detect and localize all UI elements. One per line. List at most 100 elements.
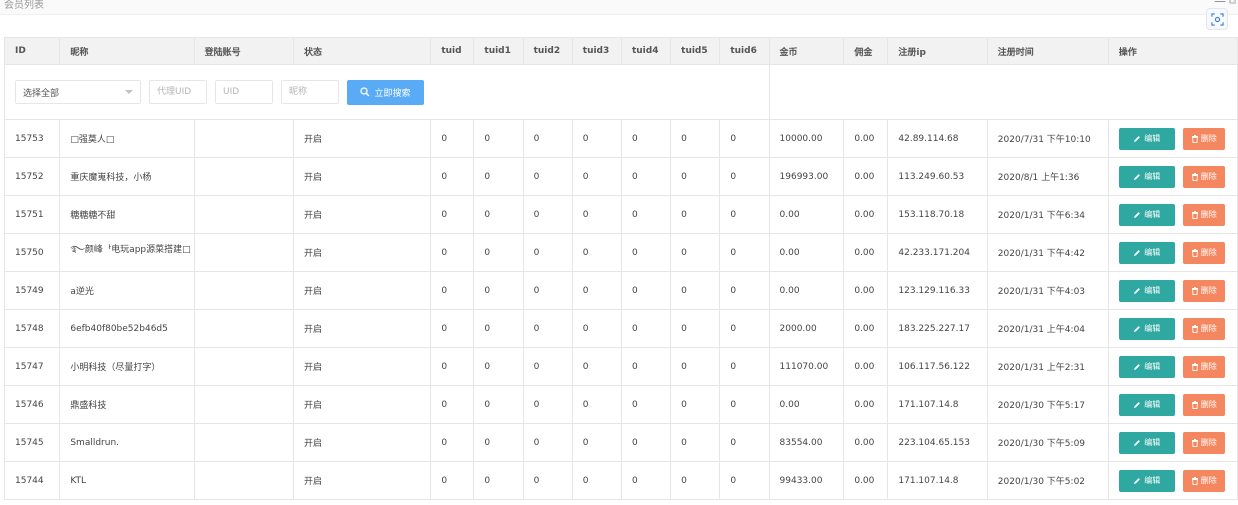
trash-icon <box>1191 172 1199 181</box>
pencil-icon <box>1133 249 1141 257</box>
column-header: 昵称 <box>59 37 195 65</box>
maximize-button[interactable]: ⧉ <box>1229 0 1236 7</box>
register-time-cell: 2020/1/31 下午6:34 <box>986 195 1109 234</box>
edit-button[interactable]: 编辑 <box>1118 127 1175 150</box>
edit-button[interactable]: 编辑 <box>1118 203 1175 226</box>
account-cell <box>193 423 295 462</box>
coins-cell: 99433.00 <box>768 461 845 500</box>
delete-button[interactable]: 删除 <box>1182 317 1225 340</box>
delete-button[interactable]: 删除 <box>1182 127 1225 150</box>
table-row: 15744 KTL 开启 0 0 0 0 0 0 0 99433.00 0.00 171.107.14.… <box>3 461 1238 500</box>
delete-button[interactable]: 删除 <box>1182 203 1225 226</box>
edit-button[interactable]: 编辑 <box>1118 355 1175 378</box>
filter-row: 选择全部 代理UID UID 昵称 立即搜索 <box>4 64 1238 120</box>
search-button[interactable]: 立即搜索 <box>347 79 424 105</box>
actions-cell: 编辑 删除 <box>1107 385 1238 424</box>
id-cell: 15752 <box>3 157 61 196</box>
register-time-cell: 2020/1/31 上午4:04 <box>986 309 1109 348</box>
nickname-cell: KTL <box>59 461 195 500</box>
nickname-cell: 小明科技（尽量打字） <box>59 347 195 386</box>
tuid1-cell: 0 <box>473 461 524 500</box>
delete-button[interactable]: 删除 <box>1182 279 1225 302</box>
register-time-cell: 2020/1/31 上午2:31 <box>986 347 1109 386</box>
coins-cell: 111070.00 <box>768 347 845 386</box>
account-cell <box>193 385 295 424</box>
delete-button-label: 删除 <box>1200 248 1217 257</box>
nickname-input[interactable] <box>281 80 339 104</box>
nickname-cell: 6efb40f80be52b46d5 <box>59 309 195 348</box>
tuid2-cell: 0 <box>522 233 573 272</box>
uid-input[interactable] <box>215 80 273 104</box>
commission-cell: 0.00 <box>843 461 889 500</box>
delete-button[interactable]: 删除 <box>1182 241 1225 264</box>
scan-button[interactable] <box>1206 8 1228 30</box>
tuid2-cell: 0 <box>522 423 573 462</box>
nickname-cell: □强莫人□ <box>59 119 195 158</box>
tuid5-cell: 0 <box>670 309 721 348</box>
pencil-icon <box>1133 401 1141 409</box>
commission-cell: 0.00 <box>843 347 889 386</box>
register-time-cell: 2020/7/31 下午10:10 <box>986 119 1109 158</box>
id-cell: 15751 <box>3 195 61 234</box>
table-row: 15746 鼎盛科技 开启 0 0 0 0 0 0 0 0.00 0.00 171.107.14.8 20… <box>3 385 1238 424</box>
register-ip-cell: 171.107.14.8 <box>887 461 988 500</box>
tuid5-cell: 0 <box>670 157 721 196</box>
edit-button[interactable]: 编辑 <box>1118 241 1175 264</box>
register-time-cell: 2020/1/30 下午5:09 <box>986 423 1109 462</box>
edit-button[interactable]: 编辑 <box>1118 431 1175 454</box>
id-cell: 15747 <box>3 347 61 386</box>
status-select[interactable]: 选择全部 <box>15 80 141 104</box>
commission-cell: 0.00 <box>843 271 889 310</box>
tuid1-cell: 0 <box>473 347 524 386</box>
edit-button[interactable]: 编辑 <box>1118 393 1175 416</box>
column-header: tuid1 <box>473 37 524 65</box>
account-cell <box>193 271 295 310</box>
edit-button[interactable]: 编辑 <box>1118 317 1175 340</box>
tuid4-cell: 0 <box>620 309 672 348</box>
register-ip-cell: 171.107.14.8 <box>887 385 988 424</box>
tuid5-cell: 0 <box>670 461 721 500</box>
edit-button[interactable]: 编辑 <box>1118 279 1175 302</box>
column-header: ID <box>3 37 61 65</box>
table-row: 15752 重庆魔嵬科技，小杨 开启 0 0 0 0 0 0 0 196993.00 0.00 113.… <box>3 157 1238 196</box>
nickname-cell: 糖糖糖不甜 <box>59 195 195 234</box>
table-row: 15750 ࿐颜峰ᅡ电玩app源菜搭建□ 开启 0 0 0 0 0 0 0 0.00 0.00 42.2… <box>3 233 1238 272</box>
tuid4-cell: 0 <box>620 385 672 424</box>
column-header: 佣金 <box>843 37 889 65</box>
delete-button[interactable]: 删除 <box>1182 165 1225 188</box>
register-ip-cell: 106.117.56.122 <box>887 347 988 386</box>
edit-button-label: 编辑 <box>1144 172 1161 181</box>
tuid-cell: 0 <box>430 461 475 500</box>
id-cell: 15749 <box>3 271 61 310</box>
actions-cell: 编辑 删除 <box>1107 119 1238 158</box>
column-header: 注册时间 <box>986 37 1109 65</box>
agent-uid-input[interactable] <box>149 80 207 104</box>
tuid1-cell: 0 <box>473 233 524 272</box>
edit-button[interactable]: 编辑 <box>1118 469 1175 492</box>
delete-button-label: 删除 <box>1200 400 1217 409</box>
delete-button[interactable]: 删除 <box>1182 431 1225 454</box>
delete-button[interactable]: 删除 <box>1182 469 1225 492</box>
pencil-icon <box>1133 287 1141 295</box>
edit-button[interactable]: 编辑 <box>1118 165 1175 188</box>
minimize-button[interactable]: — <box>1214 0 1226 8</box>
trash-icon <box>1191 400 1199 409</box>
delete-button[interactable]: 删除 <box>1182 355 1225 378</box>
tuid4-cell: 0 <box>620 461 672 500</box>
tuid1-cell: 0 <box>473 195 524 234</box>
actions-cell: 编辑 删除 <box>1107 461 1238 500</box>
tuid6-cell: 0 <box>719 157 770 196</box>
delete-button-label: 删除 <box>1200 438 1217 447</box>
tuid6-cell: 0 <box>719 347 770 386</box>
tuid2-cell: 0 <box>522 385 573 424</box>
column-header: tuid5 <box>670 37 721 65</box>
commission-cell: 0.00 <box>843 309 889 348</box>
tuid1-cell: 0 <box>473 309 524 348</box>
register-ip-cell: 183.225.227.17 <box>887 309 988 348</box>
nickname-cell: 重庆魔嵬科技，小杨 <box>59 157 195 196</box>
tuid6-cell: 0 <box>719 271 770 310</box>
register-time-cell: 2020/1/30 下午5:02 <box>986 461 1109 500</box>
delete-button[interactable]: 删除 <box>1182 393 1225 416</box>
status-cell: 开启 <box>293 347 432 386</box>
trash-icon <box>1191 210 1199 219</box>
